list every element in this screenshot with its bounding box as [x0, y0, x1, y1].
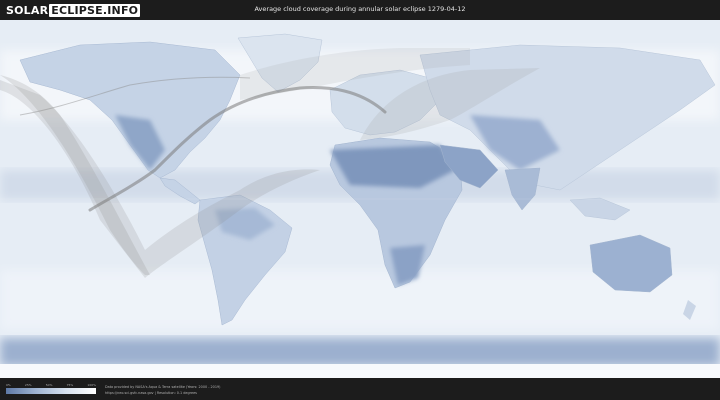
legend-tick: 25%: [24, 383, 32, 387]
legend-tick: 50%: [45, 383, 53, 387]
data-source-link[interactable]: https://neo.sci.gsfc.nasa.gov | Resoluti…: [105, 391, 197, 395]
cloud-coverage-legend-bar: [6, 388, 96, 394]
world-map-svg: [0, 20, 720, 378]
southern-ocean-band: [0, 338, 720, 366]
map-title: Average cloud coverage during annular so…: [254, 5, 466, 13]
header-bar: SOLAR ECLIPSE.INFO Average cloud coverag…: [0, 0, 720, 20]
legend-tick: 100%: [87, 383, 96, 387]
antarctica: [0, 364, 720, 378]
legend-tick: 75%: [66, 383, 74, 387]
cloud-coverage-map: [0, 20, 720, 378]
legend-ticks: 0% 25% 50% 75% 100%: [6, 383, 96, 387]
legend-tick: 0%: [6, 383, 11, 387]
footer-bar: [0, 378, 720, 400]
data-credit-text: Data provided by NASA's Aqua & Terra sat…: [105, 385, 221, 389]
